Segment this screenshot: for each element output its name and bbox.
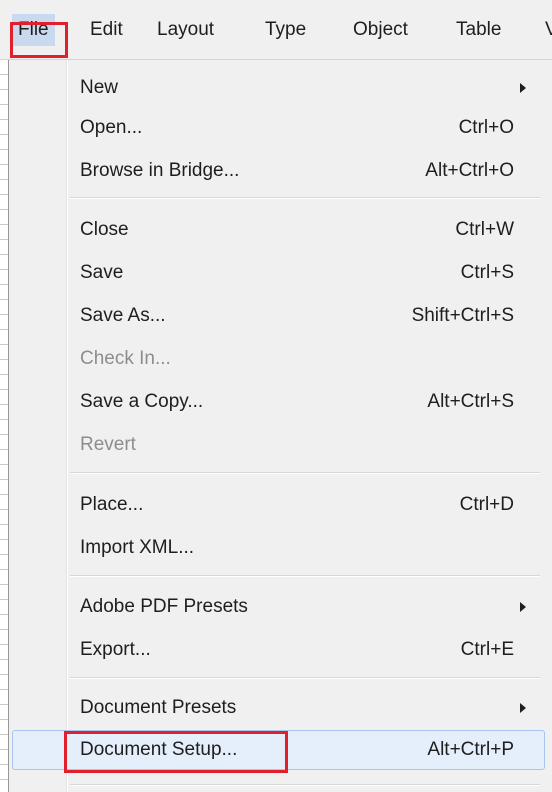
menu-item-label: Export...: [80, 639, 151, 660]
menu-item-shortcut: Ctrl+D: [459, 494, 514, 515]
menu-item-save-as[interactable]: Save As... Shift+Ctrl+S: [68, 297, 538, 335]
menu-file[interactable]: File: [12, 14, 55, 46]
menu-item-export[interactable]: Export... Ctrl+E: [68, 631, 538, 669]
menu-item-open[interactable]: Open... Ctrl+O: [68, 109, 538, 147]
menu-item-label: Open...: [80, 117, 143, 138]
menu-separator: [70, 472, 540, 474]
menu-item-document-setup[interactable]: Document Setup... Alt+Ctrl+P: [12, 730, 545, 770]
menu-separator: [70, 197, 540, 199]
menu-item-shortcut: Alt+Ctrl+P: [427, 739, 514, 760]
menu-item-label: Revert: [80, 434, 136, 455]
menu-item-label: Close: [80, 219, 129, 240]
menu-item-new[interactable]: New: [68, 69, 538, 107]
menu-item-shortcut: Shift+Ctrl+S: [411, 305, 514, 326]
menu-item-label: Save a Copy...: [80, 391, 204, 412]
menu-item-label: Save: [80, 262, 124, 283]
menu-item-shortcut: Ctrl+W: [455, 219, 514, 240]
menu-item-shortcut: Ctrl+S: [460, 262, 514, 283]
menu-item-label: Adobe PDF Presets: [80, 596, 248, 617]
menu-item-shortcut: Alt+Ctrl+S: [427, 391, 514, 412]
menu-item-save[interactable]: Save Ctrl+S: [68, 254, 538, 292]
menu-item-save-a-copy[interactable]: Save a Copy... Alt+Ctrl+S: [68, 383, 538, 421]
menu-item-label: New: [80, 77, 119, 98]
menu-item-place[interactable]: Place... Ctrl+D: [68, 486, 538, 524]
menu-separator: [70, 677, 540, 679]
submenu-arrow-icon: [520, 703, 526, 713]
menu-item-revert: Revert: [68, 426, 538, 464]
menu-view-partial[interactable]: V: [545, 14, 552, 46]
menu-item-label: Document Presets: [80, 697, 237, 718]
menu-type[interactable]: Type: [265, 14, 306, 46]
menu-item-check-in: Check In...: [68, 340, 538, 378]
menu-item-shortcut: Alt+Ctrl+O: [425, 160, 514, 181]
menu-separator: [70, 784, 540, 786]
submenu-arrow-icon: [520, 83, 526, 93]
menu-item-adobe-pdf-presets[interactable]: Adobe PDF Presets: [68, 588, 538, 626]
menu-layout[interactable]: Layout: [157, 14, 214, 46]
document-edge: [0, 60, 8, 792]
menu-bar: File Edit Layout Type Object Table V: [0, 0, 552, 60]
menu-table[interactable]: Table: [456, 14, 501, 46]
menu-item-shortcut: Ctrl+E: [460, 639, 514, 660]
menu-item-browse-in-bridge[interactable]: Browse in Bridge... Alt+Ctrl+O: [68, 152, 538, 190]
menu-item-document-presets[interactable]: Document Presets: [68, 689, 538, 727]
menu-object[interactable]: Object: [353, 14, 408, 46]
menu-item-import-xml[interactable]: Import XML...: [68, 529, 538, 567]
menu-edit[interactable]: Edit: [90, 14, 123, 46]
menu-item-shortcut: Ctrl+O: [458, 117, 514, 138]
menu-item-label: Place...: [80, 494, 144, 515]
menu-item-label: Save As...: [80, 305, 166, 326]
submenu-arrow-icon: [520, 602, 526, 612]
menu-item-close[interactable]: Close Ctrl+W: [68, 211, 538, 249]
menu-item-label: Import XML...: [80, 537, 195, 558]
menu-separator: [70, 575, 540, 577]
menu-item-label: Browse in Bridge...: [80, 160, 240, 181]
menu-item-label: Check In...: [80, 348, 171, 369]
menu-item-label: Document Setup...: [80, 739, 238, 760]
